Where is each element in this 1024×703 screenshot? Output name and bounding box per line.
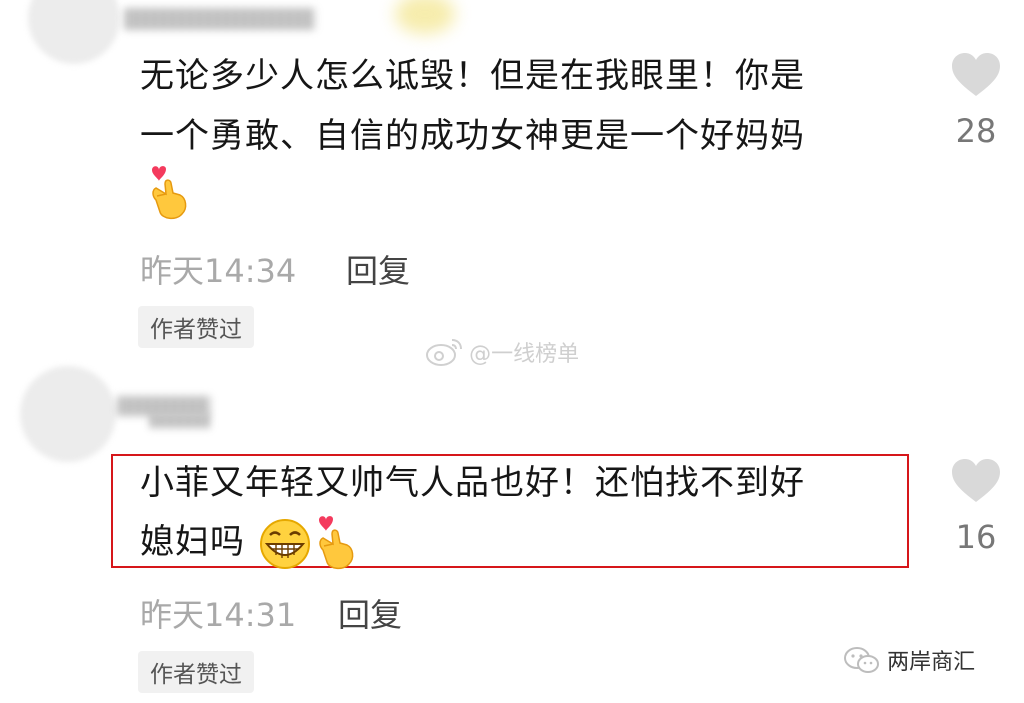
- finger-heart-emoji: [318, 515, 354, 569]
- username-blurred[interactable]: [125, 8, 315, 30]
- username-blurred[interactable]: [118, 396, 210, 416]
- blurred-badge: [395, 0, 455, 34]
- like-count: 28: [955, 112, 997, 150]
- author-liked-badge: 作者赞过: [138, 306, 254, 348]
- wechat-icon: [844, 647, 879, 673]
- comment-time: 昨天14:31: [140, 596, 297, 634]
- weibo-watermark: @一线榜单: [424, 336, 579, 368]
- reply-button[interactable]: 回复: [338, 590, 402, 636]
- comment-time: 昨天14:34: [140, 252, 297, 290]
- avatar[interactable]: [20, 366, 116, 462]
- username-blurred: [150, 414, 210, 428]
- grin-emoji: [259, 518, 310, 569]
- comment-text-line-wrap: 媳妇吗: [140, 512, 357, 574]
- comment-text-line: 无论多少人怎么诋毁！但是在我眼里！你是: [140, 56, 805, 96]
- wechat-account-name: 两岸商汇: [887, 650, 976, 675]
- heart-icon[interactable]: [950, 52, 1002, 98]
- comment-text-line: 一个勇敢、自信的成功女神更是一个好妈妈: [140, 116, 805, 156]
- like-count: 16: [955, 518, 997, 556]
- author-liked-badge: 作者赞过: [138, 651, 254, 693]
- comment-text-line: 媳妇吗: [140, 522, 245, 562]
- heart-icon[interactable]: [950, 458, 1002, 504]
- weibo-handle: @一线榜单: [469, 342, 580, 367]
- weibo-icon: [426, 339, 462, 366]
- wechat-watermark: 两岸商汇: [842, 644, 975, 676]
- finger-heart-emoji: [152, 166, 187, 220]
- avatar[interactable]: [28, 0, 120, 64]
- reply-button[interactable]: 回复: [346, 246, 410, 292]
- comment-text-line: 小菲又年轻又帅气人品也好！还怕找不到好: [140, 463, 805, 503]
